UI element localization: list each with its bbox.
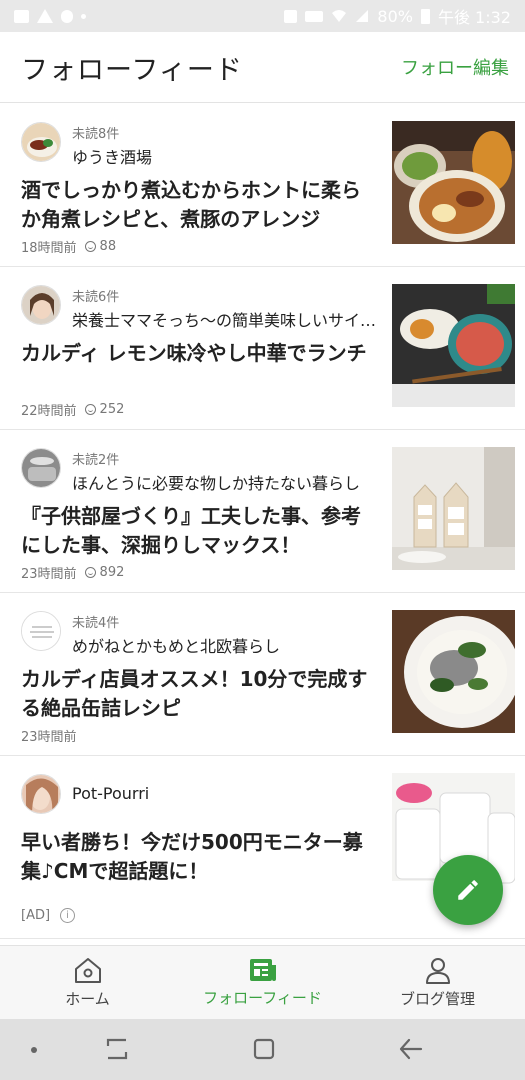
unread-count: 未読4件: [72, 616, 120, 631]
ad-label: [AD]: [21, 908, 51, 923]
nav-blog-manage[interactable]: ブログ管理: [350, 946, 525, 1019]
nav-follow-feed-label: フォローフィード: [203, 989, 322, 1007]
post-title: 酒でしっかり煮込むからホントに柔らか角煮レシピと、煮豚のアレンジ: [21, 178, 361, 231]
post-meta: 23時間前 892: [21, 563, 124, 582]
signal-icon: [356, 10, 369, 22]
avatar: [21, 285, 61, 325]
follow-edit-button[interactable]: フォロー編集: [401, 54, 509, 80]
blog-name: めがねとかもめと北欧暮らし: [72, 637, 281, 656]
newspaper-icon: [249, 959, 276, 981]
avatar: [21, 774, 61, 814]
image-icon: [14, 9, 29, 23]
smile-icon: [84, 404, 96, 415]
app-header: フォローフィード フォロー編集: [0, 32, 525, 103]
feed-list: 未読8件 ゆうき酒場 酒でしっかり煮込むからホントに柔らか角煮レシピと、煮豚のア…: [0, 104, 525, 939]
wifi-icon: [332, 10, 347, 22]
pencil-icon: [458, 880, 478, 900]
post-title: カルディ店員オススメ！10分で完成する絶品缶詰レシピ: [21, 667, 368, 720]
wifi-call-icon: [61, 9, 73, 23]
nav-follow-feed[interactable]: フォローフィード: [175, 946, 350, 1019]
post-meta: 22時間前 252: [21, 400, 124, 419]
bottom-nav: ホーム フォローフィード ブログ管理: [0, 945, 525, 1019]
nav-home-label: ホーム: [65, 990, 110, 1008]
back-icon[interactable]: [398, 1037, 424, 1061]
post-meta: [AD] i: [21, 908, 76, 923]
post-meta: 18時間前 88: [21, 237, 116, 256]
avatar: [21, 448, 61, 488]
home-icon: [74, 958, 101, 983]
post-thumbnail: [392, 447, 515, 570]
feed-item[interactable]: 未読4件 めがねとかもめと北欧暮らし カルディ店員オススメ！10分で完成する絶品…: [0, 593, 525, 756]
post-title: カルディ レモン味冷やし中華でランチ: [21, 341, 367, 365]
recent-apps-icon[interactable]: [104, 1037, 130, 1061]
unread-count: 未読8件: [72, 127, 120, 142]
unread-count: 未読6件: [72, 290, 120, 305]
smile-icon: [84, 567, 96, 578]
feed-item[interactable]: 未読6件 栄養士ママそっち～の簡単美味しいサイドメニュー カルディ レモン味冷や…: [0, 267, 525, 430]
nfc-icon: [305, 10, 324, 22]
post-title: 早い者勝ち！今だけ500円モニター募集♪CMで超話題に！: [21, 830, 363, 883]
feed-item[interactable]: 未読8件 ゆうき酒場 酒でしっかり煮込むからホントに柔らか角煮レシピと、煮豚のア…: [0, 104, 525, 267]
nav-blog-manage-label: ブログ管理: [399, 990, 475, 1008]
person-icon: [425, 958, 450, 984]
blog-name: ゆうき酒場: [72, 148, 153, 167]
avatar: [21, 122, 61, 162]
post-time: 23時間前: [21, 730, 77, 745]
post-time: 22時間前: [21, 404, 77, 419]
like-count: 88: [99, 239, 117, 254]
like-count: 252: [99, 402, 125, 417]
mute-icon: [284, 9, 298, 23]
avatar: [21, 611, 61, 651]
clock: 午後 1:32: [437, 8, 511, 27]
battery-percent: 80%: [377, 6, 413, 26]
status-bar: 80% 午後 1:32: [0, 0, 525, 32]
post-time: 18時間前: [21, 241, 77, 256]
dot-icon: [81, 13, 86, 19]
like-count: 892: [99, 565, 125, 580]
info-icon[interactable]: i: [60, 908, 76, 923]
blog-name: ほんとうに必要な物しか持たない暮らし: [72, 474, 361, 493]
smile-icon: [84, 241, 96, 252]
post-time: 23時間前: [21, 567, 77, 582]
warning-icon: [37, 9, 53, 23]
home-button-icon[interactable]: [252, 1037, 276, 1061]
blog-name: Pot-Pourri: [72, 784, 150, 803]
unread-count: 未読2件: [72, 453, 120, 468]
nav-home[interactable]: ホーム: [0, 946, 175, 1019]
feed-item[interactable]: 未読2件 ほんとうに必要な物しか持たない暮らし 『子供部屋づくり』工夫した事、参…: [0, 430, 525, 593]
post-thumbnail: [392, 121, 515, 244]
page-title: フォローフィード: [21, 54, 243, 86]
dot-icon: [31, 1047, 37, 1053]
post-title: 『子供部屋づくり』工夫した事、参考にした事、深掘りしマックス！: [21, 504, 361, 557]
post-meta: 23時間前: [21, 726, 77, 745]
post-thumbnail: [392, 610, 515, 733]
compose-button[interactable]: [433, 855, 503, 925]
system-nav-bar: [0, 1019, 525, 1080]
battery-icon: [420, 8, 430, 24]
blog-name: 栄養士ママそっち～の簡単美味しいサイドメニュー: [72, 311, 377, 330]
post-thumbnail: [392, 284, 515, 407]
